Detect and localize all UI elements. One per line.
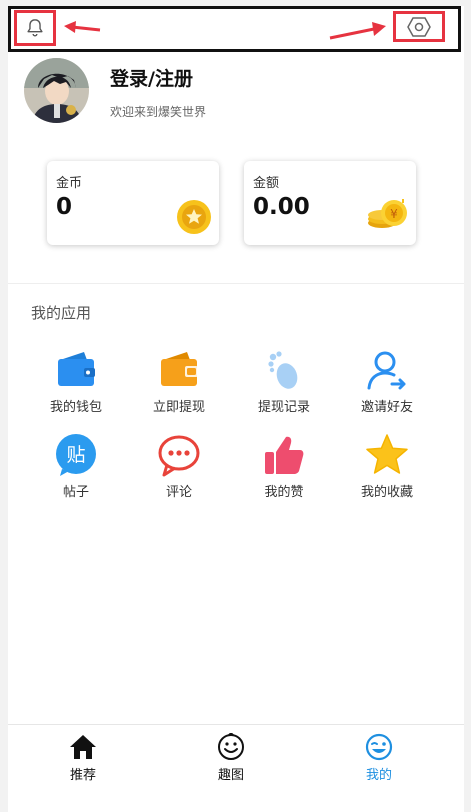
app-posts[interactable]: 贴 帖子: [28, 433, 124, 503]
app-withdraw-now[interactable]: 立即提现: [131, 348, 227, 418]
app-comments[interactable]: 评论: [131, 433, 227, 503]
wallet-icon: [58, 352, 95, 386]
app-my-favorites[interactable]: 我的收藏: [339, 433, 435, 503]
annotation-arrow-right: [329, 22, 386, 40]
amount-card[interactable]: 金额 0.00 ¥: [244, 161, 416, 245]
thumbs-up-icon: [265, 436, 304, 474]
app-label: 我的赞: [264, 485, 304, 500]
withdraw-wallet-icon: [161, 352, 198, 386]
app-invite-friends[interactable]: 邀请好友: [339, 348, 435, 418]
bell-icon: [27, 19, 43, 37]
app-label: 评论: [165, 485, 192, 500]
my-apps-title: 我的应用: [31, 304, 92, 322]
tab-mine[interactable]: 我的: [329, 733, 429, 783]
tab-fun-pics[interactable]: 趣图: [181, 733, 281, 783]
welcome-subtitle: 欢迎来到爆笑世界: [110, 105, 207, 119]
hexagon-gear-icon: [407, 16, 431, 37]
smiley-icon: [218, 733, 244, 760]
section-divider: [8, 283, 464, 284]
bell-button[interactable]: [14, 10, 56, 46]
app-my-likes[interactable]: 我的赞: [236, 433, 332, 503]
annotation-arrow-left: [64, 21, 101, 33]
tab-label: 我的: [365, 768, 392, 783]
coin-star-icon: [177, 200, 211, 234]
avatar-image: [24, 58, 89, 123]
svg-text:¥: ¥: [390, 207, 398, 221]
app-label: 我的钱包: [49, 400, 102, 415]
tab-recommend[interactable]: 推荐: [33, 733, 133, 783]
app-label: 立即提现: [152, 400, 205, 415]
amount-label: 金额: [253, 176, 280, 191]
app-label: 我的收藏: [360, 485, 413, 500]
bottom-tab-bar: 推荐 趣图 我的: [8, 724, 464, 812]
app-withdraw-records[interactable]: 提现记录: [236, 348, 332, 418]
app-label: 帖子: [62, 485, 89, 500]
coins-label: 金币: [56, 176, 83, 191]
app-label: 邀请好友: [360, 400, 413, 415]
app-label: 提现记录: [257, 400, 310, 415]
money-stack-icon: ¥: [368, 199, 407, 228]
coins-value: 0: [56, 194, 73, 220]
home-icon: [70, 735, 96, 759]
comment-icon: [158, 435, 200, 477]
invite-user-icon: [367, 351, 406, 390]
amount-value: 0.00: [253, 194, 310, 220]
tab-label: 推荐: [69, 768, 96, 783]
app-my-wallet[interactable]: 我的钱包: [28, 348, 124, 418]
svg-text:贴: 贴: [66, 444, 85, 466]
settings-button[interactable]: [393, 11, 445, 42]
coins-card[interactable]: 金币 0: [47, 161, 219, 245]
tab-label: 趣图: [217, 768, 244, 783]
wink-face-icon: [365, 733, 393, 761]
post-icon: 贴: [56, 434, 96, 476]
login-register-title[interactable]: 登录/注册: [110, 64, 193, 91]
avatar[interactable]: [24, 58, 89, 123]
star-icon: [366, 434, 408, 474]
footprint-icon: [268, 351, 298, 389]
